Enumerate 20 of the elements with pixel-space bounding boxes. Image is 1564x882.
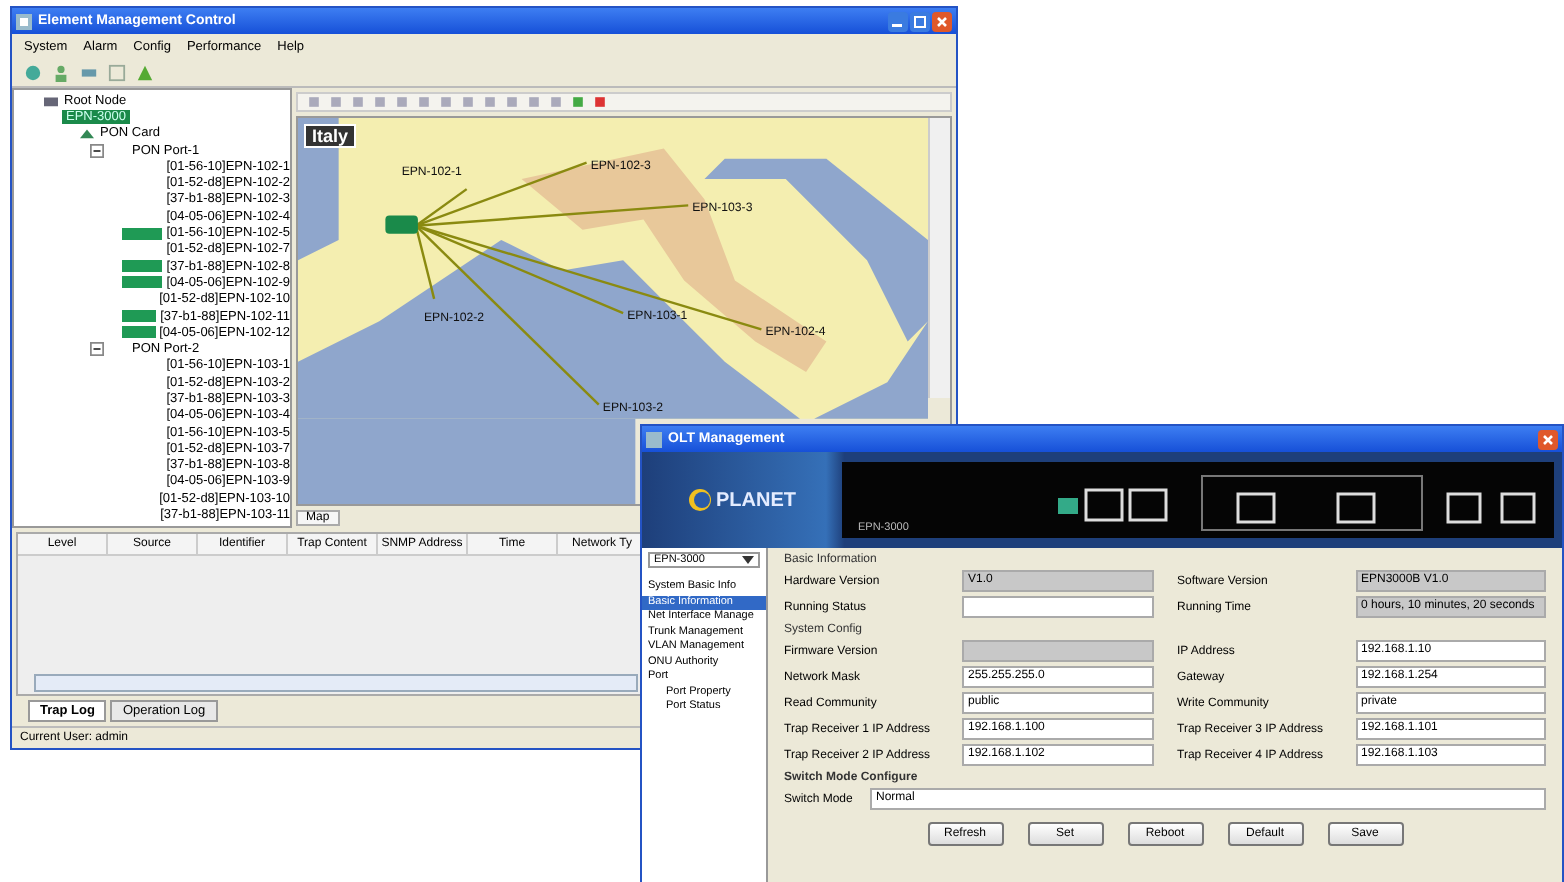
close-icon[interactable] [932, 11, 952, 31]
globe-icon [688, 488, 712, 512]
minimize-icon[interactable] [888, 11, 908, 31]
scrollbar[interactable] [34, 674, 638, 692]
input-field[interactable] [962, 640, 1153, 662]
app-icon [16, 13, 32, 29]
warning-icon[interactable] [136, 63, 154, 81]
map-title: Italy [304, 124, 357, 148]
logo: PLANET [716, 489, 796, 511]
collapse-icon[interactable] [90, 342, 104, 357]
app-icon [646, 431, 662, 447]
scrollbar[interactable] [928, 118, 950, 398]
close-icon[interactable] [1538, 429, 1558, 449]
globe-icon[interactable] [24, 63, 42, 81]
collapse-icon[interactable] [90, 143, 104, 158]
input-field[interactable] [962, 596, 1153, 618]
maximize-icon[interactable] [910, 11, 930, 31]
person-icon[interactable] [52, 63, 70, 81]
network-icon [42, 93, 60, 108]
network-icon[interactable] [80, 63, 98, 81]
